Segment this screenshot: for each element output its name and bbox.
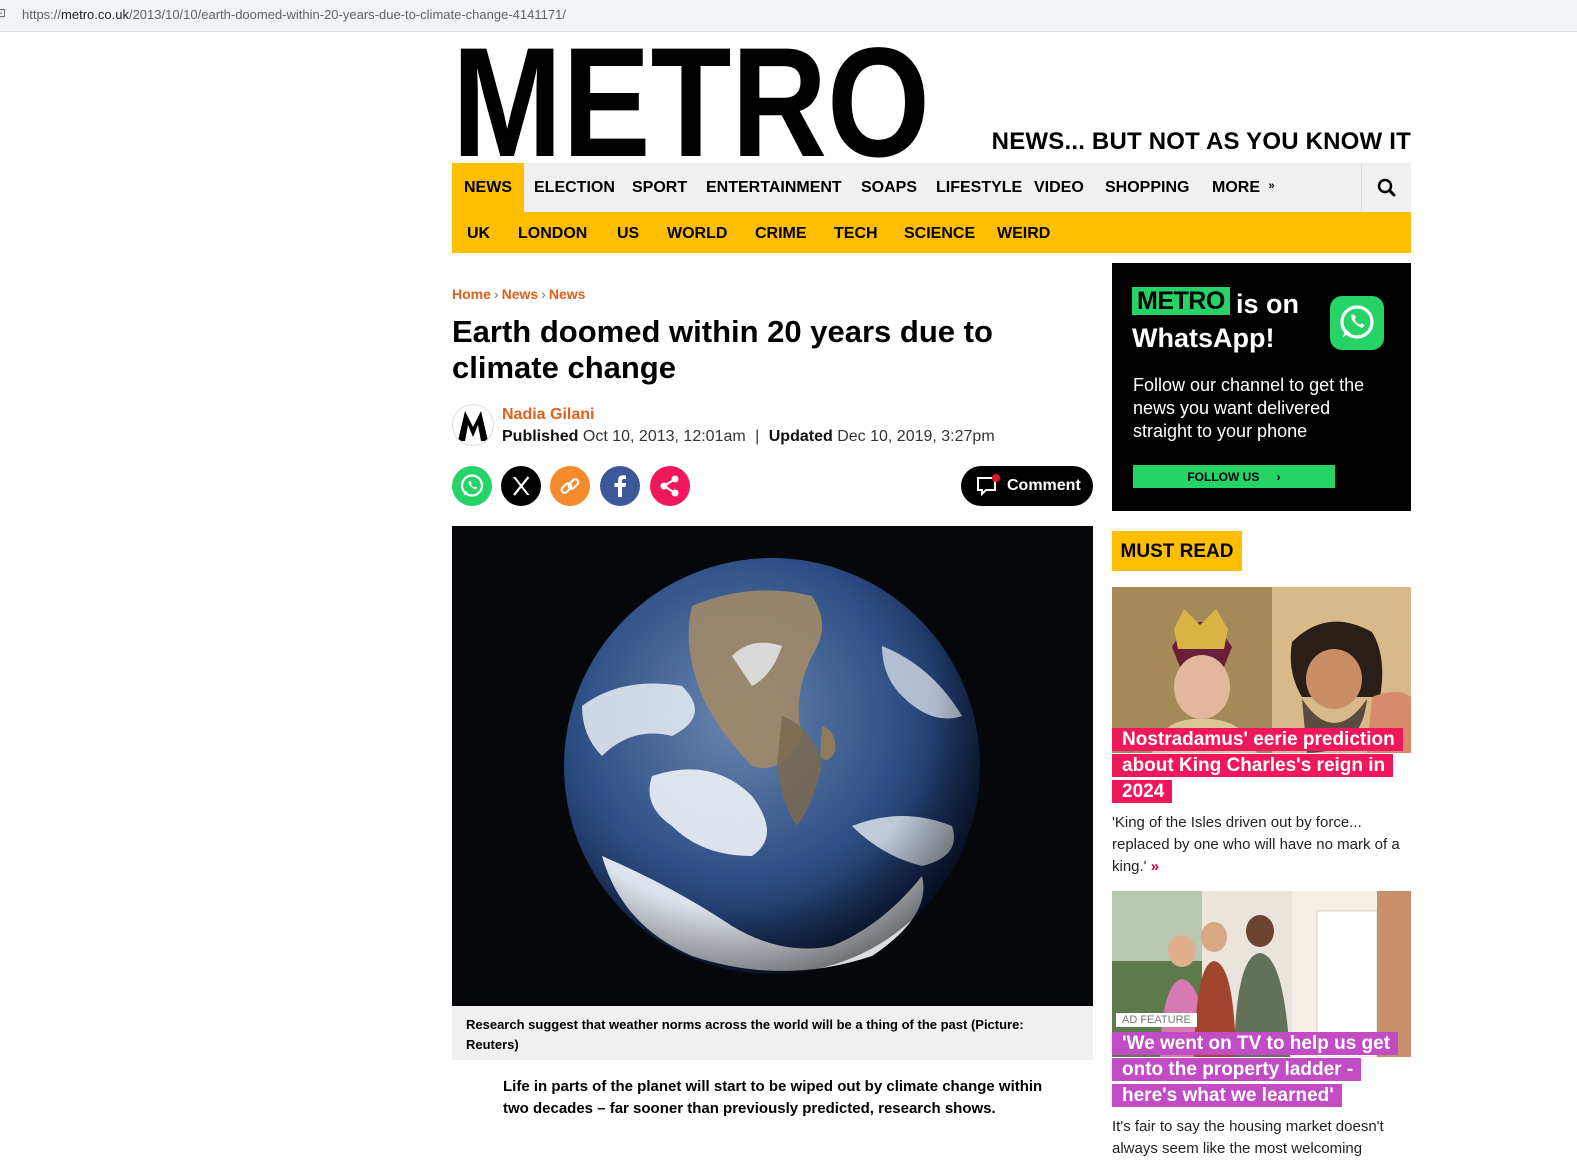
metro-logo[interactable]: METRO — [452, 16, 932, 190]
nav-more-label: MORE — [1212, 179, 1260, 196]
share-more-button[interactable] — [650, 466, 690, 506]
tagline: NEWS... BUT NOT AS YOU KNOW IT — [991, 128, 1411, 155]
nav-more[interactable]: MORE » — [1212, 163, 1275, 212]
card-blurb-property: It's fair to say the housing market does… — [1112, 1118, 1384, 1157]
nav-sport[interactable]: SPORT — [632, 163, 687, 212]
logo-text: METRO — [452, 38, 930, 160]
breadcrumb: Home › News › News — [452, 286, 586, 302]
published-label: Published — [502, 428, 579, 445]
breadcrumb-news-section[interactable]: News — [549, 286, 586, 302]
chevron-right-icon: › — [1276, 470, 1281, 484]
follow-us-label: FOLLOW US — [1187, 470, 1260, 484]
link-icon — [560, 478, 580, 494]
card-blurb-nostradamus: 'King of the Isles driven out by force..… — [1112, 812, 1411, 878]
share-whatsapp-button[interactable] — [452, 466, 492, 506]
subnav-london[interactable]: LONDON — [518, 212, 587, 253]
facebook-icon — [614, 475, 626, 497]
chevron-down-icon: » — [1268, 180, 1275, 192]
subnav-tech[interactable]: TECH — [834, 212, 878, 253]
updated-label: Updated — [768, 428, 833, 445]
page-icon: ⊡ — [0, 6, 7, 20]
author-avatar[interactable] — [452, 404, 494, 446]
hero-image-earth — [452, 526, 1093, 1006]
browser-address-bar[interactable]: ⊡ https://metro.co.uk/2013/10/10/earth-d… — [0, 0, 1577, 32]
nav-shopping[interactable]: SHOPPING — [1105, 163, 1189, 212]
share-facebook-button[interactable] — [600, 466, 640, 506]
ad-feature-tag: AD FEATURE — [1116, 1013, 1197, 1027]
x-icon — [513, 476, 530, 496]
nav-soaps[interactable]: SOAPS — [861, 163, 917, 212]
copy-link-button[interactable] — [550, 466, 590, 506]
comment-button[interactable]: Comment — [961, 466, 1093, 506]
promo-is-on: is on — [1236, 289, 1300, 319]
must-read-label: MUST READ — [1112, 531, 1242, 571]
read-more-link[interactable]: » — [1151, 858, 1159, 875]
subnav-crime[interactable]: CRIME — [755, 212, 807, 253]
headline-text: Nostradamus' eerie prediction about King… — [1112, 728, 1403, 803]
promo-text: Follow our channel to get the news you w… — [1133, 375, 1365, 441]
whatsapp-logo-icon — [1330, 296, 1384, 350]
search-icon — [1377, 178, 1396, 197]
headline-text: 'We went on TV to help us get onto the p… — [1112, 1032, 1399, 1107]
article-title: Earth doomed within 20 years due to clim… — [452, 314, 993, 385]
nav-lifestyle[interactable]: LIFESTYLE — [936, 163, 1022, 212]
comment-label: Comment — [1007, 477, 1081, 494]
subnav-weird[interactable]: WEIRD — [997, 212, 1050, 253]
subnav-science[interactable]: SCIENCE — [904, 212, 975, 253]
nav-video[interactable]: VIDEO — [1034, 163, 1084, 212]
date-divider: | — [755, 428, 760, 445]
author-name[interactable]: Nadia Gilani — [502, 406, 594, 424]
nav-election[interactable]: ELECTION — [534, 163, 615, 212]
url-text[interactable]: https://metro.co.uk/2013/10/10/earth-doo… — [22, 7, 566, 22]
subnav-world[interactable]: WORLD — [667, 212, 727, 253]
nav-news[interactable]: NEWS — [452, 163, 524, 212]
whatsapp-promo: METRO is on WhatsApp! Follow our channel… — [1112, 263, 1411, 511]
secondary-nav: UK LONDON US WORLD CRIME TECH SCIENCE WE… — [452, 212, 1411, 253]
card-headline-nostradamus[interactable]: Nostradamus' eerie prediction about King… — [1112, 727, 1403, 805]
article-dates: Published Oct 10, 2013, 12:01am | Update… — [502, 428, 995, 446]
follow-us-button[interactable]: FOLLOW US › — [1133, 465, 1335, 488]
whatsapp-icon — [460, 474, 484, 497]
metro-whatsapp-brand: METRO — [1132, 287, 1230, 315]
article-lede: Life in parts of the planet will start t… — [503, 1078, 1043, 1117]
updated-date: Dec 10, 2019, 3:27pm — [837, 428, 995, 445]
breadcrumb-news[interactable]: News — [502, 286, 539, 302]
card-headline-property[interactable]: 'We went on TV to help us get onto the p… — [1112, 1031, 1402, 1109]
promo-whatsapp: WhatsApp! — [1132, 323, 1275, 353]
share-x-button[interactable] — [501, 466, 541, 506]
subnav-uk[interactable]: UK — [467, 212, 490, 253]
comment-icon — [977, 474, 1000, 497]
share-icon — [660, 475, 679, 497]
image-caption: Research suggest that weather norms acro… — [452, 1006, 1093, 1060]
published-date: Oct 10, 2013, 12:01am — [582, 428, 746, 445]
search-button[interactable] — [1361, 163, 1411, 212]
primary-nav: NEWS ELECTION SPORT ENTERTAINMENT SOAPS … — [452, 163, 1411, 212]
nav-entertainment[interactable]: ENTERTAINMENT — [706, 163, 842, 212]
breadcrumb-home[interactable]: Home — [452, 286, 491, 302]
subnav-us[interactable]: US — [617, 212, 639, 253]
